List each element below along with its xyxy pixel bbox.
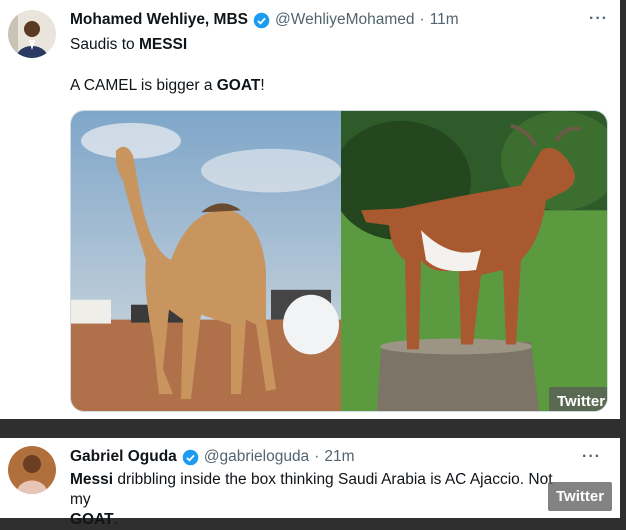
verified-badge-icon xyxy=(253,12,270,28)
tweet-text-line2: A CAMEL is bigger a GOAT! xyxy=(70,77,265,94)
camel-photo[interactable] xyxy=(71,111,341,411)
twitter-watermark: Twitter xyxy=(548,482,613,511)
timestamp[interactable]: 11m xyxy=(430,11,459,29)
tweet-media[interactable]: Twitter xyxy=(70,110,608,412)
verified-badge-icon xyxy=(182,449,199,465)
more-options-icon[interactable]: ··· xyxy=(589,10,608,28)
timestamp[interactable]: 21m xyxy=(324,448,354,466)
user-handle[interactable]: @gabrieloguda xyxy=(204,448,309,466)
separator-dot: · xyxy=(419,11,425,28)
display-name[interactable]: Mohamed Wehliye, MBS xyxy=(70,11,248,29)
tweet-header: Gabriel Oguda @gabrieloguda · 21m xyxy=(70,448,355,466)
tweet-text: Messi dribbling inside the box thinking … xyxy=(70,471,553,528)
avatar[interactable] xyxy=(8,10,56,58)
more-options-icon[interactable]: ··· xyxy=(582,448,601,466)
tweet-card-1: Mohamed Wehliye, MBS @WehliyeMohamed · 1… xyxy=(0,0,620,419)
tweet-header: Mohamed Wehliye, MBS @WehliyeMohamed · 1… xyxy=(70,11,459,29)
user-handle[interactable]: @WehliyeMohamed xyxy=(275,11,415,29)
tweet-text-line1: Saudis to MESSI xyxy=(70,36,188,53)
avatar[interactable] xyxy=(8,446,56,494)
separator-dot: · xyxy=(314,448,320,465)
tweet-card-2: Gabriel Oguda @gabrieloguda · 21m ··· Me… xyxy=(0,438,620,528)
display-name[interactable]: Gabriel Oguda xyxy=(70,448,177,466)
twitter-watermark: Twitter xyxy=(549,387,607,411)
goat-photo[interactable] xyxy=(341,111,608,411)
